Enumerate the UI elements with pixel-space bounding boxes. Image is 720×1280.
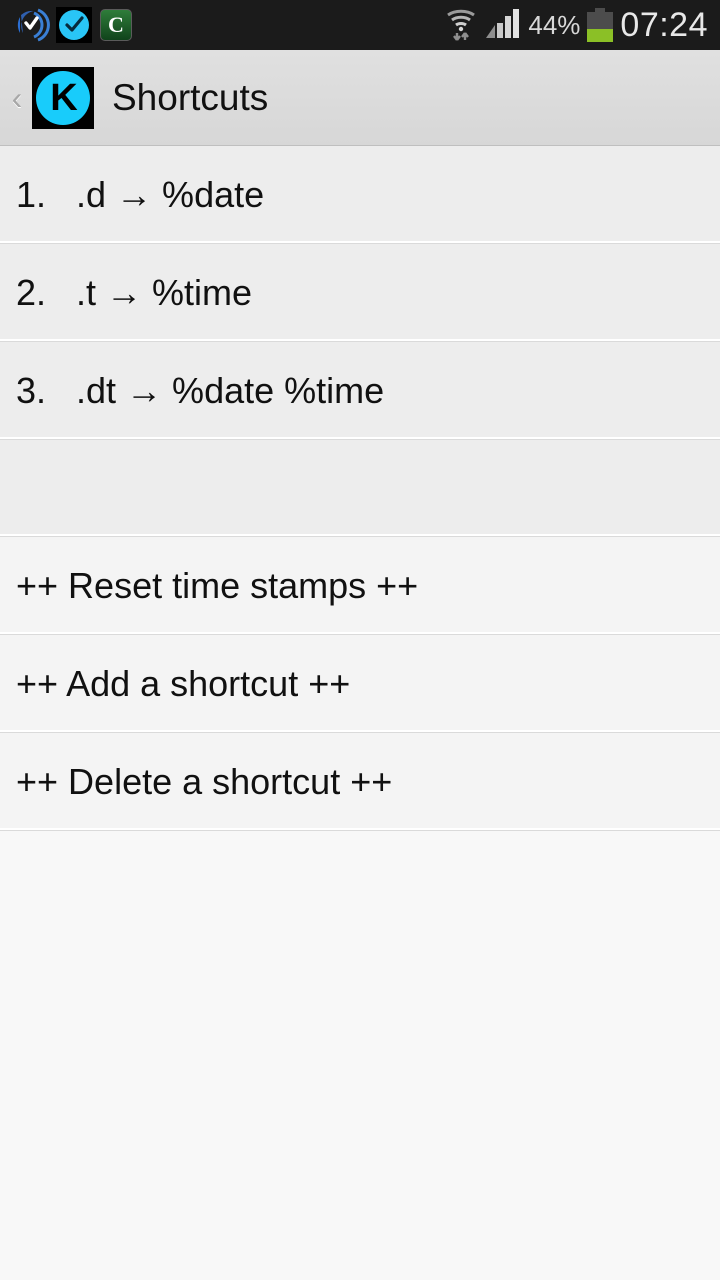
green-c-app-icon: C — [98, 7, 134, 43]
list-item-empty[interactable] — [0, 440, 720, 537]
status-clock: 07:24 — [620, 5, 708, 44]
cellular-signal-icon — [485, 6, 521, 45]
status-notification-area: C — [0, 7, 134, 43]
action-bar: ‹ K Shortcuts — [0, 50, 720, 146]
list-item-shortcut-1[interactable]: 1. .d → %date — [0, 146, 720, 244]
clock-check-icon — [56, 7, 92, 43]
battery-percent-label: 44% — [528, 9, 581, 40]
page-title: Shortcuts — [112, 76, 269, 118]
action-label: ++ Reset time stamps ++ — [16, 564, 419, 606]
list-item-add-shortcut[interactable]: ++ Add a shortcut ++ — [0, 635, 720, 733]
wireless-sync-icon — [14, 7, 50, 43]
back-chevron-icon[interactable]: ‹ — [4, 82, 30, 114]
wifi-transfer-icon — [444, 4, 478, 47]
app-logo-icon[interactable]: K — [32, 66, 94, 129]
list-item-delete-shortcut[interactable]: ++ Delete a shortcut ++ — [0, 733, 720, 831]
green-c-glyph: C — [100, 9, 132, 41]
app-logo-disc: K — [36, 70, 90, 125]
status-bar: C 44% 07:24 — [0, 0, 720, 50]
shortcuts-list: 1. .d → %date 2. .t → %time 3. .dt → %da… — [0, 146, 720, 831]
action-label: ++ Add a shortcut ++ — [16, 662, 351, 704]
list-item-shortcut-2[interactable]: 2. .t → %time — [0, 244, 720, 342]
battery-icon — [587, 8, 614, 42]
shortcut-text: 3. .dt → %date %time — [16, 369, 385, 411]
shortcut-text: 1. .d → %date — [16, 173, 265, 215]
list-item-reset-time-stamps[interactable]: ++ Reset time stamps ++ — [0, 537, 720, 635]
list-item-shortcut-3[interactable]: 3. .dt → %date %time — [0, 342, 720, 440]
empty-list-area — [0, 831, 720, 1280]
status-system-area: 44% 07:24 — [444, 4, 720, 47]
app-screen: C 44% 07:24 ‹ K Shortcuts 1. .d → %date … — [0, 0, 720, 1280]
app-logo-letter: K — [50, 76, 77, 119]
shortcut-text: 2. .t → %time — [16, 271, 253, 313]
action-label: ++ Delete a shortcut ++ — [16, 760, 393, 802]
